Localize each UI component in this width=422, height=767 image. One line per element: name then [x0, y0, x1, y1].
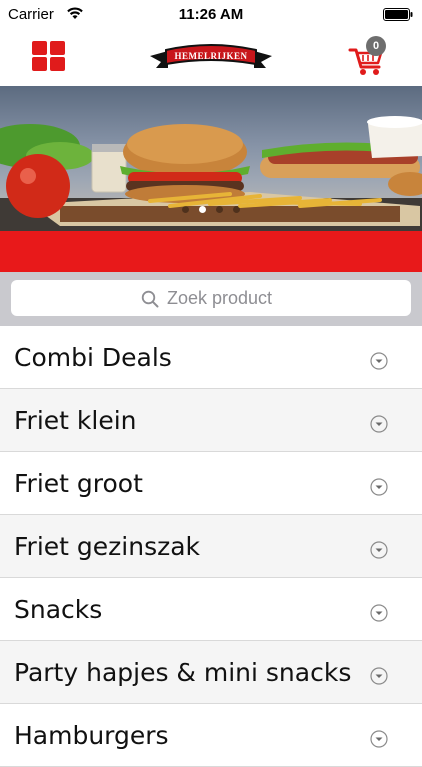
chevron-down-icon[interactable]: [370, 730, 388, 748]
search-input[interactable]: Zoek product: [11, 280, 411, 316]
category-label: Friet klein: [14, 406, 137, 435]
category-item-friet-groot[interactable]: Friet groot: [0, 452, 422, 515]
category-label: Party hapjes & mini snacks: [14, 658, 352, 687]
category-item-hamburgers[interactable]: Hamburgers: [0, 704, 422, 767]
app-header: HEMELRIJKEN 0: [0, 28, 422, 86]
category-label: Friet groot: [14, 469, 143, 498]
category-item-snacks[interactable]: Snacks: [0, 578, 422, 641]
carousel-dot-active[interactable]: [199, 206, 206, 213]
search-placeholder: Zoek product: [167, 288, 273, 308]
category-label: Combi Deals: [14, 343, 172, 372]
cart-count-badge: 0: [366, 36, 386, 56]
brand-strip: [0, 231, 422, 272]
search-bar: Zoek product: [0, 272, 422, 326]
chevron-down-icon[interactable]: [370, 604, 388, 622]
chevron-down-icon[interactable]: [370, 478, 388, 496]
logo: HEMELRIJKEN: [150, 44, 272, 68]
carousel-dot[interactable]: [216, 206, 223, 213]
search-icon: [141, 290, 159, 308]
chevron-down-icon[interactable]: [370, 415, 388, 433]
chevron-down-icon[interactable]: [370, 541, 388, 559]
carousel-dot[interactable]: [233, 206, 240, 213]
cart-button[interactable]: 0: [348, 36, 388, 78]
carousel-indicator[interactable]: [0, 206, 422, 213]
category-label: Hamburgers: [14, 721, 169, 750]
category-label: Snacks: [14, 595, 103, 624]
category-item-friet-gezinszak[interactable]: Friet gezinszak: [0, 515, 422, 578]
category-list: Combi Deals Friet klein Friet groot Frie…: [0, 326, 422, 767]
clock: 11:26 AM: [178, 6, 244, 23]
menu-button[interactable]: [30, 39, 68, 73]
logo-text: HEMELRIJKEN: [174, 51, 247, 61]
category-item-party-hapjes[interactable]: Party hapjes & mini snacks: [0, 641, 422, 704]
promo-banner[interactable]: [0, 86, 422, 231]
battery-icon: [383, 8, 413, 21]
chevron-down-icon[interactable]: [370, 667, 388, 685]
status-bar: Carrier 11:26 AM: [0, 0, 422, 28]
category-item-combi-deals[interactable]: Combi Deals: [0, 326, 422, 389]
category-label: Friet gezinszak: [14, 532, 201, 561]
carousel-dot[interactable]: [182, 206, 189, 213]
category-item-friet-klein[interactable]: Friet klein: [0, 389, 422, 452]
chevron-down-icon[interactable]: [370, 352, 388, 370]
